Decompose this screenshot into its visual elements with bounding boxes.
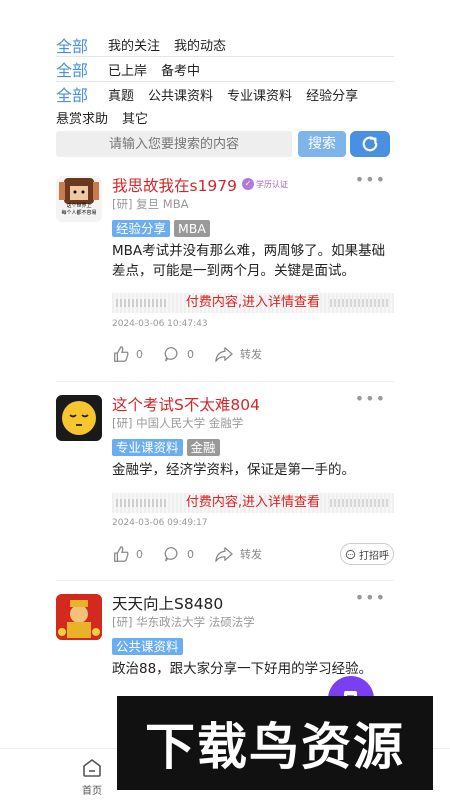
watermark-text: 下载鸟资源 [145, 718, 405, 776]
post-date: 2024-03-06 10:47:43 [112, 319, 208, 329]
filter-exam-papers[interactable]: 真题 [108, 85, 134, 104]
post-tag[interactable]: 金融 [186, 439, 220, 456]
search-input[interactable] [56, 131, 292, 157]
comment-button[interactable]: 0 [163, 345, 194, 363]
refresh-button[interactable] [350, 131, 390, 157]
filter-public-course[interactable]: 公共课资料 [148, 85, 213, 104]
more-options-icon[interactable]: ••• [355, 389, 386, 408]
avatar-fortune-god-image [56, 594, 102, 640]
post-tag[interactable]: MBA [174, 220, 210, 237]
avatar[interactable] [56, 594, 102, 640]
share-icon [215, 547, 233, 562]
avatar-caption-2: 每个人都不容易 [61, 210, 97, 216]
comment-icon [164, 347, 178, 362]
filter-my-follow[interactable]: 我的关注 [108, 35, 160, 54]
share-label: 转发 [240, 548, 262, 561]
greet-label: 打招呼 [359, 550, 389, 562]
share-button[interactable]: 转发 [214, 345, 262, 363]
filter-row-status: 全部 已上岸 备考中 [56, 57, 394, 82]
post-card[interactable]: 这个考试S不太难804 ••• [研] 中国人民大学 金融学 专业课资料 金融 … [56, 389, 397, 585]
filter-all-3[interactable]: 全部 [56, 82, 88, 106]
paid-content-banner[interactable]: 付费内容,进入详情查看 [112, 293, 394, 313]
chat-icon [345, 549, 356, 559]
share-label: 转发 [240, 348, 262, 361]
post-tag[interactable]: 公共课资料 [112, 638, 183, 655]
filter-admitted[interactable]: 已上岸 [108, 60, 147, 79]
comment-button[interactable]: 0 [163, 545, 194, 563]
search-button[interactable]: 搜索 [298, 131, 346, 157]
like-count: 0 [136, 547, 143, 561]
refresh-icon [362, 136, 378, 152]
watermark-banner: 下载鸟资源 [117, 696, 433, 790]
post-card[interactable]: 这个世界上 每个人都不容易 我思故我在s1979 ✓ 学历认证 ••• [研] … [56, 170, 397, 382]
filter-my-activity[interactable]: 我的动态 [174, 35, 226, 54]
home-icon [83, 759, 101, 777]
nav-home[interactable]: 首页 [78, 757, 106, 797]
post-school: [研] 华东政法大学 法硕法学 [112, 615, 255, 629]
verified-badge: ✓ 学历认证 [242, 178, 288, 190]
divider [56, 381, 394, 382]
divider [56, 580, 394, 581]
like-button[interactable]: 0 [112, 545, 143, 563]
filter-major-course[interactable]: 专业课资料 [227, 85, 292, 104]
greet-button[interactable]: 打招呼 [340, 543, 394, 565]
thumbs-up-icon [114, 546, 129, 562]
filter-other[interactable]: 其它 [122, 108, 148, 127]
comment-count: 0 [187, 547, 194, 561]
avatar-caption-1: 这个世界上 [66, 203, 92, 209]
post-school: [研] 中国人民大学 金融学 [112, 416, 244, 430]
share-button[interactable]: 转发 [214, 545, 262, 563]
filter-all-2[interactable]: 全部 [56, 57, 88, 81]
post-tag[interactable]: 专业课资料 [112, 439, 183, 456]
post-username[interactable]: 这个考试S不太难804 [112, 393, 260, 415]
paid-content-banner[interactable]: 付费内容,进入详情查看 [112, 493, 394, 513]
avatar[interactable] [56, 395, 102, 441]
like-count: 0 [136, 347, 143, 361]
like-button[interactable]: 0 [112, 345, 143, 363]
filter-bounty[interactable]: 悬赏求助 [56, 108, 108, 127]
post-content[interactable]: 金融学，经济学资料，保证是第一手的。 [112, 460, 397, 480]
filter-row-category: 全部 真题 公共课资料 专业课资料 经验分享 [56, 82, 394, 106]
verified-icon: ✓ [242, 178, 254, 190]
comment-count: 0 [187, 347, 194, 361]
avatar-emoji-image [62, 401, 96, 435]
filter-experience[interactable]: 经验分享 [306, 85, 358, 104]
filter-row-category-more: 悬赏求助 其它 [56, 106, 162, 128]
post-username[interactable]: 我思故我在s1979 [112, 174, 237, 196]
comment-icon [164, 547, 178, 562]
filter-row-follow: 全部 我的关注 我的动态 [56, 33, 394, 57]
filter-all-1[interactable]: 全部 [56, 33, 88, 57]
avatar[interactable]: 这个世界上 每个人都不容易 [56, 176, 102, 222]
more-options-icon[interactable]: ••• [355, 588, 386, 607]
filter-preparing[interactable]: 备考中 [161, 60, 200, 79]
verified-label: 学历认证 [256, 179, 288, 189]
post-content[interactable]: MBA考试并没有那么难，两周够了。如果基础差点，可能是一到两个月。关键是面试。 [112, 241, 397, 281]
nav-home-label: 首页 [82, 786, 102, 797]
post-tag[interactable]: 经验分享 [112, 220, 171, 237]
post-username[interactable]: 天天向上S8480 [112, 592, 223, 614]
post-school: [研] 复旦 MBA [112, 197, 189, 211]
thumbs-up-icon [114, 346, 129, 362]
share-icon [215, 347, 233, 362]
post-date: 2024-03-06 09:49:17 [112, 518, 208, 528]
more-options-icon[interactable]: ••• [355, 170, 386, 189]
